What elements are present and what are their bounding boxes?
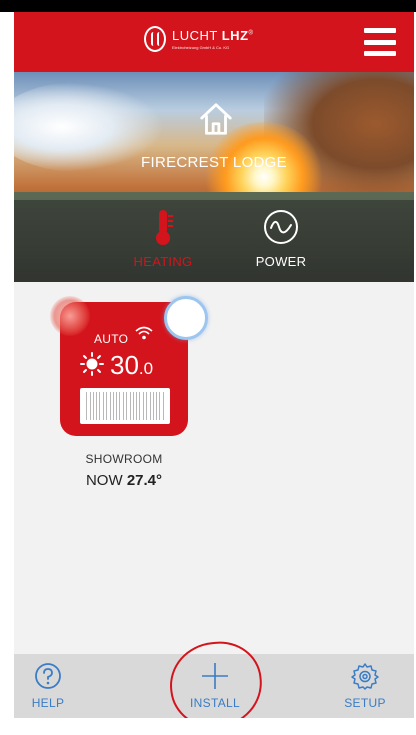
app-screen: LUCHT LHZ® Elektroheizung GmbH & Co. KG … — [14, 12, 414, 718]
device-tile-showroom[interactable]: AUTO 30.0 — [50, 296, 208, 436]
wave-icon — [264, 210, 298, 244]
tab-heating-label: HEATING — [133, 254, 193, 269]
bottom-nav: HELP INSTALL SETUP — [14, 637, 414, 718]
app-header: LUCHT LHZ® Elektroheizung GmbH & Co. KG — [14, 12, 414, 72]
location-hero: FIRECREST LODGE HEATING POWER — [14, 72, 414, 282]
current-temperature-value: 27.4° — [126, 472, 163, 489]
location-title[interactable]: FIRECREST LODGE — [14, 154, 414, 171]
device-room-name: SHOWROOM — [85, 452, 163, 466]
tab-power[interactable]: POWER — [236, 208, 326, 269]
install-highlight-annotation — [165, 637, 267, 718]
tab-heating[interactable]: HEATING — [118, 208, 208, 269]
current-temperature: NOW 27.4° — [60, 472, 188, 489]
home-icon[interactable] — [197, 100, 235, 138]
brand-registered: ® — [248, 30, 254, 37]
brand-name: LUCHT — [172, 28, 218, 43]
hamburger-menu-icon[interactable] — [364, 28, 396, 56]
set-temperature-main: 30 — [110, 350, 139, 380]
status-strip — [0, 0, 416, 12]
sun-icon — [80, 352, 104, 376]
flame-logo-icon — [144, 26, 166, 52]
bottom-gutter — [0, 718, 416, 735]
help-icon — [35, 663, 61, 689]
brand-subtitle: Elektroheizung GmbH & Co. KG — [172, 45, 230, 50]
setup-label: SETUP — [344, 696, 386, 710]
current-temperature-label: NOW — [85, 472, 123, 489]
brand-name-bold: LHZ — [221, 28, 249, 43]
device-power-toggle[interactable] — [164, 296, 208, 340]
mode-bar: HEATING POWER — [14, 200, 414, 282]
set-temperature: 30.0 — [110, 350, 153, 381]
thermometer-icon — [156, 210, 173, 245]
radiator-icon — [80, 388, 170, 424]
brand-logo: LUCHT LHZ® Elektroheizung GmbH & Co. KG — [144, 26, 253, 52]
setup-button[interactable]: SETUP — [340, 662, 390, 710]
help-button[interactable]: HELP — [26, 662, 70, 710]
tab-power-label: POWER — [255, 254, 307, 269]
help-label: HELP — [31, 696, 65, 710]
wifi-icon — [135, 326, 153, 340]
gear-icon — [351, 663, 379, 690]
set-temperature-decimal: .0 — [138, 359, 154, 378]
tile-glow — [50, 296, 90, 336]
device-mode-label: AUTO — [94, 332, 129, 346]
